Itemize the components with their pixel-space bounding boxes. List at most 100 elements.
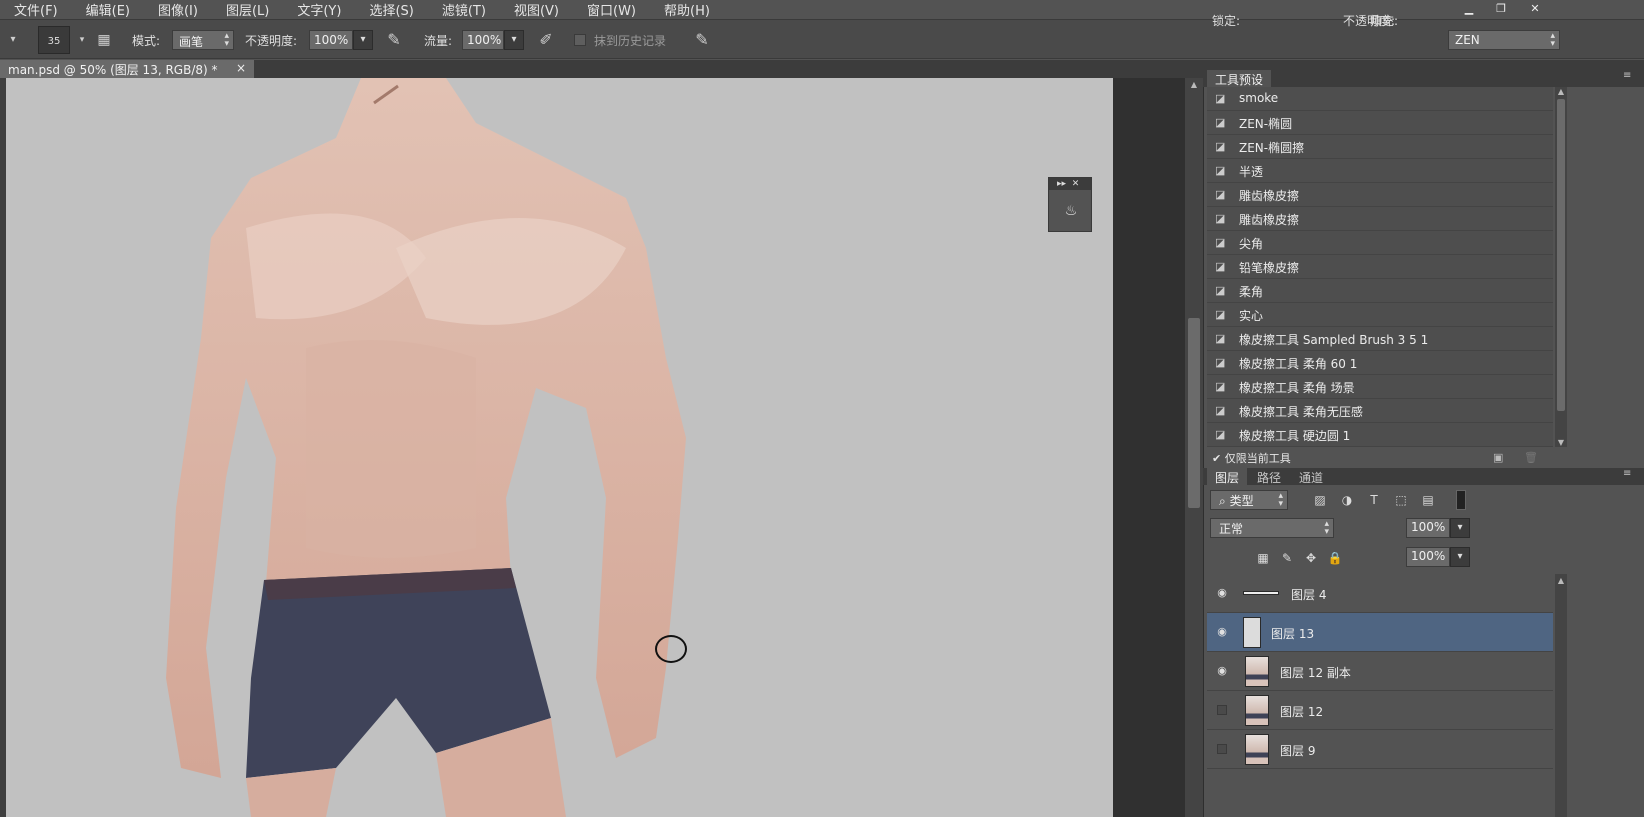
- menu-edit[interactable]: 编辑(E): [72, 0, 144, 19]
- document-tab[interactable]: man.psd @ 50% (图层 13, RGB/8) * ×: [0, 60, 254, 78]
- trash-icon[interactable]: 🗑: [1524, 451, 1538, 464]
- tab-paths[interactable]: 路径: [1249, 468, 1289, 485]
- menu-select[interactable]: 选择(S): [355, 0, 427, 19]
- canvas-scroll-thumb[interactable]: [1188, 318, 1200, 508]
- restore-icon[interactable]: ❐: [1490, 0, 1512, 16]
- layers-scrollbar[interactable]: ▲: [1555, 574, 1567, 817]
- preset-label: 橡皮擦工具 硬边圆 1: [1239, 429, 1351, 443]
- presets-scrollbar[interactable]: ▲ ▼: [1555, 87, 1567, 447]
- opacity-field[interactable]: 100%: [309, 30, 353, 50]
- mode-dropdown[interactable]: 画笔 ▴ ▾: [172, 30, 234, 50]
- pressure-opacity-icon[interactable]: ✎: [384, 30, 404, 50]
- layer-name: 图层 9: [1280, 744, 1316, 758]
- eraser-icon: ◪: [1215, 308, 1226, 321]
- presets-scroll-thumb[interactable]: [1557, 99, 1565, 411]
- menu-image[interactable]: 图像(I): [144, 0, 212, 19]
- scroll-up-icon[interactable]: ▲: [1555, 87, 1567, 96]
- tab-tool-presets[interactable]: 工具预设: [1207, 70, 1272, 87]
- menu-view[interactable]: 视图(V): [500, 0, 573, 19]
- adjustment-filter-icon[interactable]: ◑: [1339, 492, 1355, 508]
- visibility-toggle-off[interactable]: [1217, 744, 1227, 754]
- workspace-dropdown[interactable]: ZEN ▴ ▾: [1448, 30, 1560, 50]
- list-item[interactable]: ◪ 半透: [1207, 159, 1553, 183]
- tool-preset-picker-icon[interactable]: ▾: [2, 30, 24, 50]
- lock-transparent-icon[interactable]: ▦: [1255, 550, 1271, 566]
- scroll-down-icon[interactable]: ▼: [1555, 438, 1567, 447]
- minimize-icon[interactable]: ▁: [1458, 0, 1480, 16]
- list-item[interactable]: ◪ 实心: [1207, 303, 1553, 327]
- spinner-icon: ▴ ▾: [224, 31, 229, 49]
- smart-object-filter-icon[interactable]: ▤: [1420, 492, 1436, 508]
- menu-window[interactable]: 窗口(W): [573, 0, 650, 19]
- layer-row-selected[interactable]: ◉ 图层 13: [1207, 613, 1553, 652]
- list-item[interactable]: ◪ smoke: [1207, 87, 1553, 111]
- flow-dropdown-icon[interactable]: ▾: [504, 30, 524, 50]
- menu-help[interactable]: 帮助(H): [650, 0, 724, 19]
- list-item[interactable]: ◪ 橡皮擦工具 Sampled Brush 3 5 1: [1207, 327, 1553, 351]
- list-item[interactable]: ◪ 尖角: [1207, 231, 1553, 255]
- eye-icon[interactable]: ◉: [1215, 586, 1229, 600]
- layer-row[interactable]: 图层 9: [1207, 730, 1553, 769]
- eraser-icon: ◪: [1215, 404, 1226, 417]
- layer-thumbnail: [1243, 591, 1279, 595]
- current-tool-only-option[interactable]: ✔ 仅限当前工具: [1212, 450, 1291, 466]
- scroll-up-icon[interactable]: ▲: [1188, 80, 1200, 89]
- list-item[interactable]: ◪ ZEN-椭圆擦: [1207, 135, 1553, 159]
- layer-filter-dropdown[interactable]: ⌕ 类型 ▴ ▾: [1210, 490, 1288, 510]
- menu-filter[interactable]: 滤镜(T): [428, 0, 500, 19]
- visibility-toggle-off[interactable]: [1217, 705, 1227, 715]
- canvas-vertical-scrollbar[interactable]: ▲: [1185, 78, 1203, 817]
- menu-layer[interactable]: 图层(L): [212, 0, 283, 19]
- list-item[interactable]: ◪ 铅笔橡皮擦: [1207, 255, 1553, 279]
- layer-row[interactable]: ◉ 图层 4: [1207, 574, 1553, 613]
- pressure-size-icon[interactable]: ✎: [692, 30, 712, 50]
- close-window-icon[interactable]: ✕: [1524, 0, 1546, 16]
- fill-field[interactable]: 100%: [1406, 547, 1450, 567]
- blend-mode-value: 正常: [1219, 522, 1244, 536]
- shape-filter-icon[interactable]: ⬚: [1393, 492, 1409, 508]
- document-canvas[interactable]: [6, 78, 1113, 817]
- pixel-filter-icon[interactable]: ▨: [1312, 492, 1328, 508]
- brush-cursor: [655, 635, 687, 663]
- brush-panel-icon[interactable]: ▦: [94, 30, 114, 50]
- menu-type[interactable]: 文字(Y): [283, 0, 355, 19]
- layer-row[interactable]: 图层 12: [1207, 691, 1553, 730]
- list-item[interactable]: ◪ 橡皮擦工具 柔角 场景: [1207, 375, 1553, 399]
- filter-toggle-switch[interactable]: [1456, 490, 1466, 510]
- close-document-icon[interactable]: ×: [236, 61, 246, 75]
- lock-all-icon[interactable]: 🔒: [1327, 550, 1343, 566]
- menu-file[interactable]: 文件(F): [0, 0, 72, 19]
- list-item[interactable]: ◪ 雕齿橡皮擦: [1207, 183, 1553, 207]
- lock-position-icon[interactable]: ✥: [1303, 550, 1319, 566]
- eye-icon[interactable]: ◉: [1215, 664, 1229, 678]
- opacity-dropdown-icon[interactable]: ▾: [353, 30, 373, 50]
- mini-panel-header[interactable]: ▸▸ ✕: [1049, 178, 1091, 190]
- tab-channels[interactable]: 通道: [1291, 468, 1331, 485]
- airbrush-icon[interactable]: ✐: [536, 30, 556, 50]
- list-item[interactable]: ◪ 雕齿橡皮擦: [1207, 207, 1553, 231]
- panel-menu-icon[interactable]: ≡: [1623, 70, 1631, 87]
- list-item[interactable]: ◪ 柔角: [1207, 279, 1553, 303]
- layer-row[interactable]: ◉ 图层 12 副本: [1207, 652, 1553, 691]
- fill-dropdown-icon[interactable]: ▾: [1450, 547, 1470, 567]
- new-preset-icon[interactable]: ▣: [1493, 451, 1503, 464]
- tab-layers[interactable]: 图层: [1207, 468, 1248, 485]
- eye-icon[interactable]: ◉: [1215, 625, 1229, 639]
- type-filter-icon[interactable]: T: [1366, 492, 1382, 508]
- list-item[interactable]: ◪ 橡皮擦工具 硬边圆 1: [1207, 423, 1553, 447]
- floating-mini-panel: ▸▸ ✕ ♨: [1048, 177, 1092, 232]
- brush-preset-picker[interactable]: 35: [38, 26, 70, 54]
- layer-opacity-field[interactable]: 100%: [1406, 518, 1450, 538]
- blend-mode-dropdown[interactable]: 正常 ▴ ▾: [1210, 518, 1334, 538]
- scroll-up-icon[interactable]: ▲: [1555, 576, 1567, 585]
- lock-pixels-icon[interactable]: ✎: [1279, 550, 1295, 566]
- list-item[interactable]: ◪ ZEN-椭圆: [1207, 111, 1553, 135]
- list-item[interactable]: ◪ 橡皮擦工具 柔角无压感: [1207, 399, 1553, 423]
- brush-tool-icon[interactable]: ♨: [1058, 198, 1084, 224]
- flow-field[interactable]: 100%: [462, 30, 504, 50]
- layer-opacity-dropdown-icon[interactable]: ▾: [1450, 518, 1470, 538]
- panel-menu-icon[interactable]: ≡: [1623, 468, 1631, 485]
- list-item[interactable]: ◪ 橡皮擦工具 柔角 60 1: [1207, 351, 1553, 375]
- erase-to-history-checkbox[interactable]: [574, 34, 586, 46]
- brush-dropdown-icon[interactable]: ▾: [72, 30, 92, 50]
